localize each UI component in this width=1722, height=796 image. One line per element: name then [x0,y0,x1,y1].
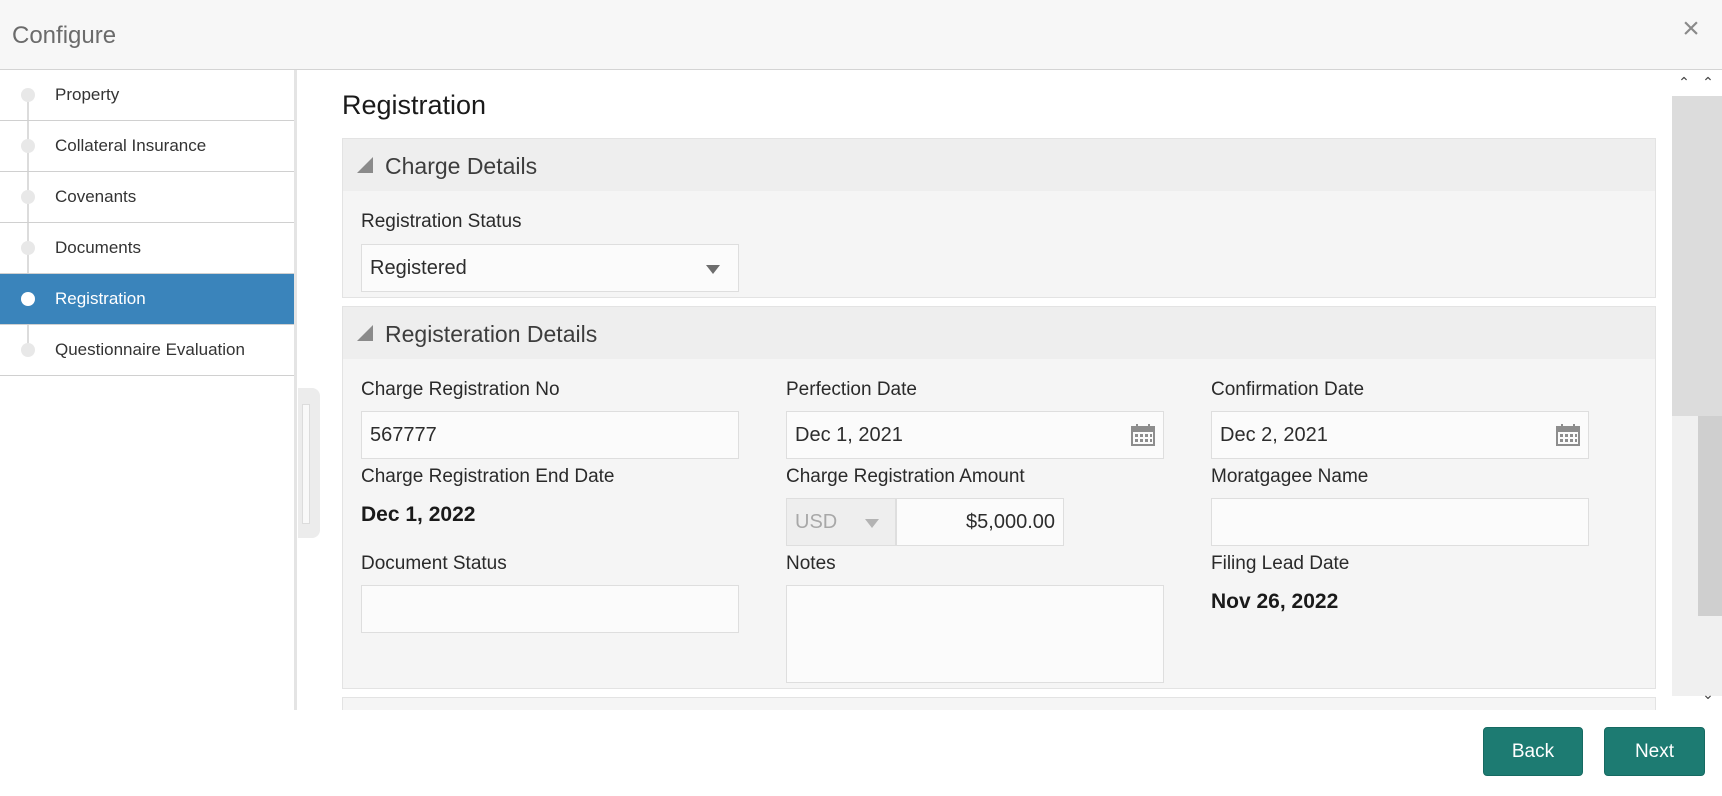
registration-details-section: Registeration Details Charge Registratio… [342,306,1656,689]
step-label: Documents [55,238,141,257]
chevron-down-icon [865,519,879,528]
triangle-collapse-icon [357,325,373,341]
step-dot-icon [21,343,35,357]
step-dot-icon [21,292,35,306]
close-icon[interactable]: × [1678,14,1704,44]
registration-status-select[interactable]: Registered [361,244,739,292]
charge-registration-no-input[interactable]: 567777 [361,411,739,459]
scroll-up-icon[interactable]: ⌃ [1698,74,1718,90]
notes-label: Notes [786,553,836,574]
document-status-label: Document Status [361,553,507,574]
step-list: Property Collateral Insurance Covenants … [0,70,294,376]
step-label: Questionnaire Evaluation [55,340,245,359]
registration-status-value: Registered [370,257,467,279]
currency-value: USD [795,511,838,533]
step-collateral-insurance[interactable]: Collateral Insurance [0,121,294,172]
charge-registration-end-date-value: Dec 1, 2022 [361,503,476,526]
confirmation-date-value: Dec 2, 2021 [1220,424,1328,446]
content-scrollbar[interactable]: ⌃ ⌃ ⌄ [1672,70,1722,710]
confirmation-date-input[interactable]: Dec 2, 2021 [1211,411,1589,459]
step-covenants[interactable]: Covenants [0,172,294,223]
back-button[interactable]: Back [1483,727,1583,776]
filing-lead-date-value: Nov 26, 2022 [1211,590,1339,613]
dialog-header: Configure × [0,0,1722,70]
scroll-thumb[interactable] [1672,96,1722,416]
registration-status-label: Registration Status [361,211,522,232]
step-documents[interactable]: Documents [0,223,294,274]
amount-value: $5,000.00 [966,511,1055,533]
charge-details-section: Charge Details Registration Status Regis… [342,138,1656,298]
notes-textarea[interactable] [786,585,1164,683]
calendar-icon[interactable] [1556,424,1580,446]
next-section-partial [342,697,1656,710]
dialog-title: Configure [12,22,117,49]
step-dot-icon [21,139,35,153]
mortgagee-name-label: Moratgagee Name [1211,466,1369,487]
charge-registration-end-date-label: Charge Registration End Date [361,466,615,487]
registration-details-header[interactable]: Registeration Details [343,307,1655,359]
step-dot-icon [21,241,35,255]
section-title: Registeration Details [385,321,598,347]
step-label: Covenants [55,187,137,206]
main-content: Registration Charge Details Registration… [300,70,1672,710]
step-registration[interactable]: Registration [0,274,294,325]
step-sidebar: Property Collateral Insurance Covenants … [0,70,297,710]
calendar-icon[interactable] [1131,424,1155,446]
currency-select[interactable]: USD [786,498,896,546]
perfection-date-input[interactable]: Dec 1, 2021 [786,411,1164,459]
charge-registration-no-value: 567777 [370,424,437,446]
step-label: Collateral Insurance [55,136,207,155]
chevron-down-icon [706,265,720,274]
charge-registration-amount-input[interactable]: $5,000.00 [896,498,1064,546]
document-status-input[interactable] [361,585,739,633]
mortgagee-name-input[interactable] [1211,498,1589,546]
step-property[interactable]: Property [0,70,294,121]
step-questionnaire-evaluation[interactable]: Questionnaire Evaluation [0,325,294,376]
scroll-up-icon[interactable]: ⌃ [1674,74,1694,90]
page-title: Registration [342,90,487,120]
next-button[interactable]: Next [1604,727,1705,776]
step-dot-icon [21,88,35,102]
step-dot-icon [21,190,35,204]
step-label: Property [55,85,120,104]
perfection-date-label: Perfection Date [786,379,917,400]
dialog-footer: Back Next [0,710,1722,796]
perfection-date-value: Dec 1, 2021 [795,424,903,446]
filing-lead-date-label: Filing Lead Date [1211,553,1350,574]
charge-registration-no-label: Charge Registration No [361,379,560,400]
confirmation-date-label: Confirmation Date [1211,379,1365,400]
charge-registration-amount-label: Charge Registration Amount [786,466,1025,487]
scroll-down-icon[interactable]: ⌄ [1698,686,1718,702]
section-title: Charge Details [385,153,538,179]
charge-details-header[interactable]: Charge Details [343,139,1655,191]
step-label: Registration [55,289,146,308]
triangle-collapse-icon [357,157,373,173]
